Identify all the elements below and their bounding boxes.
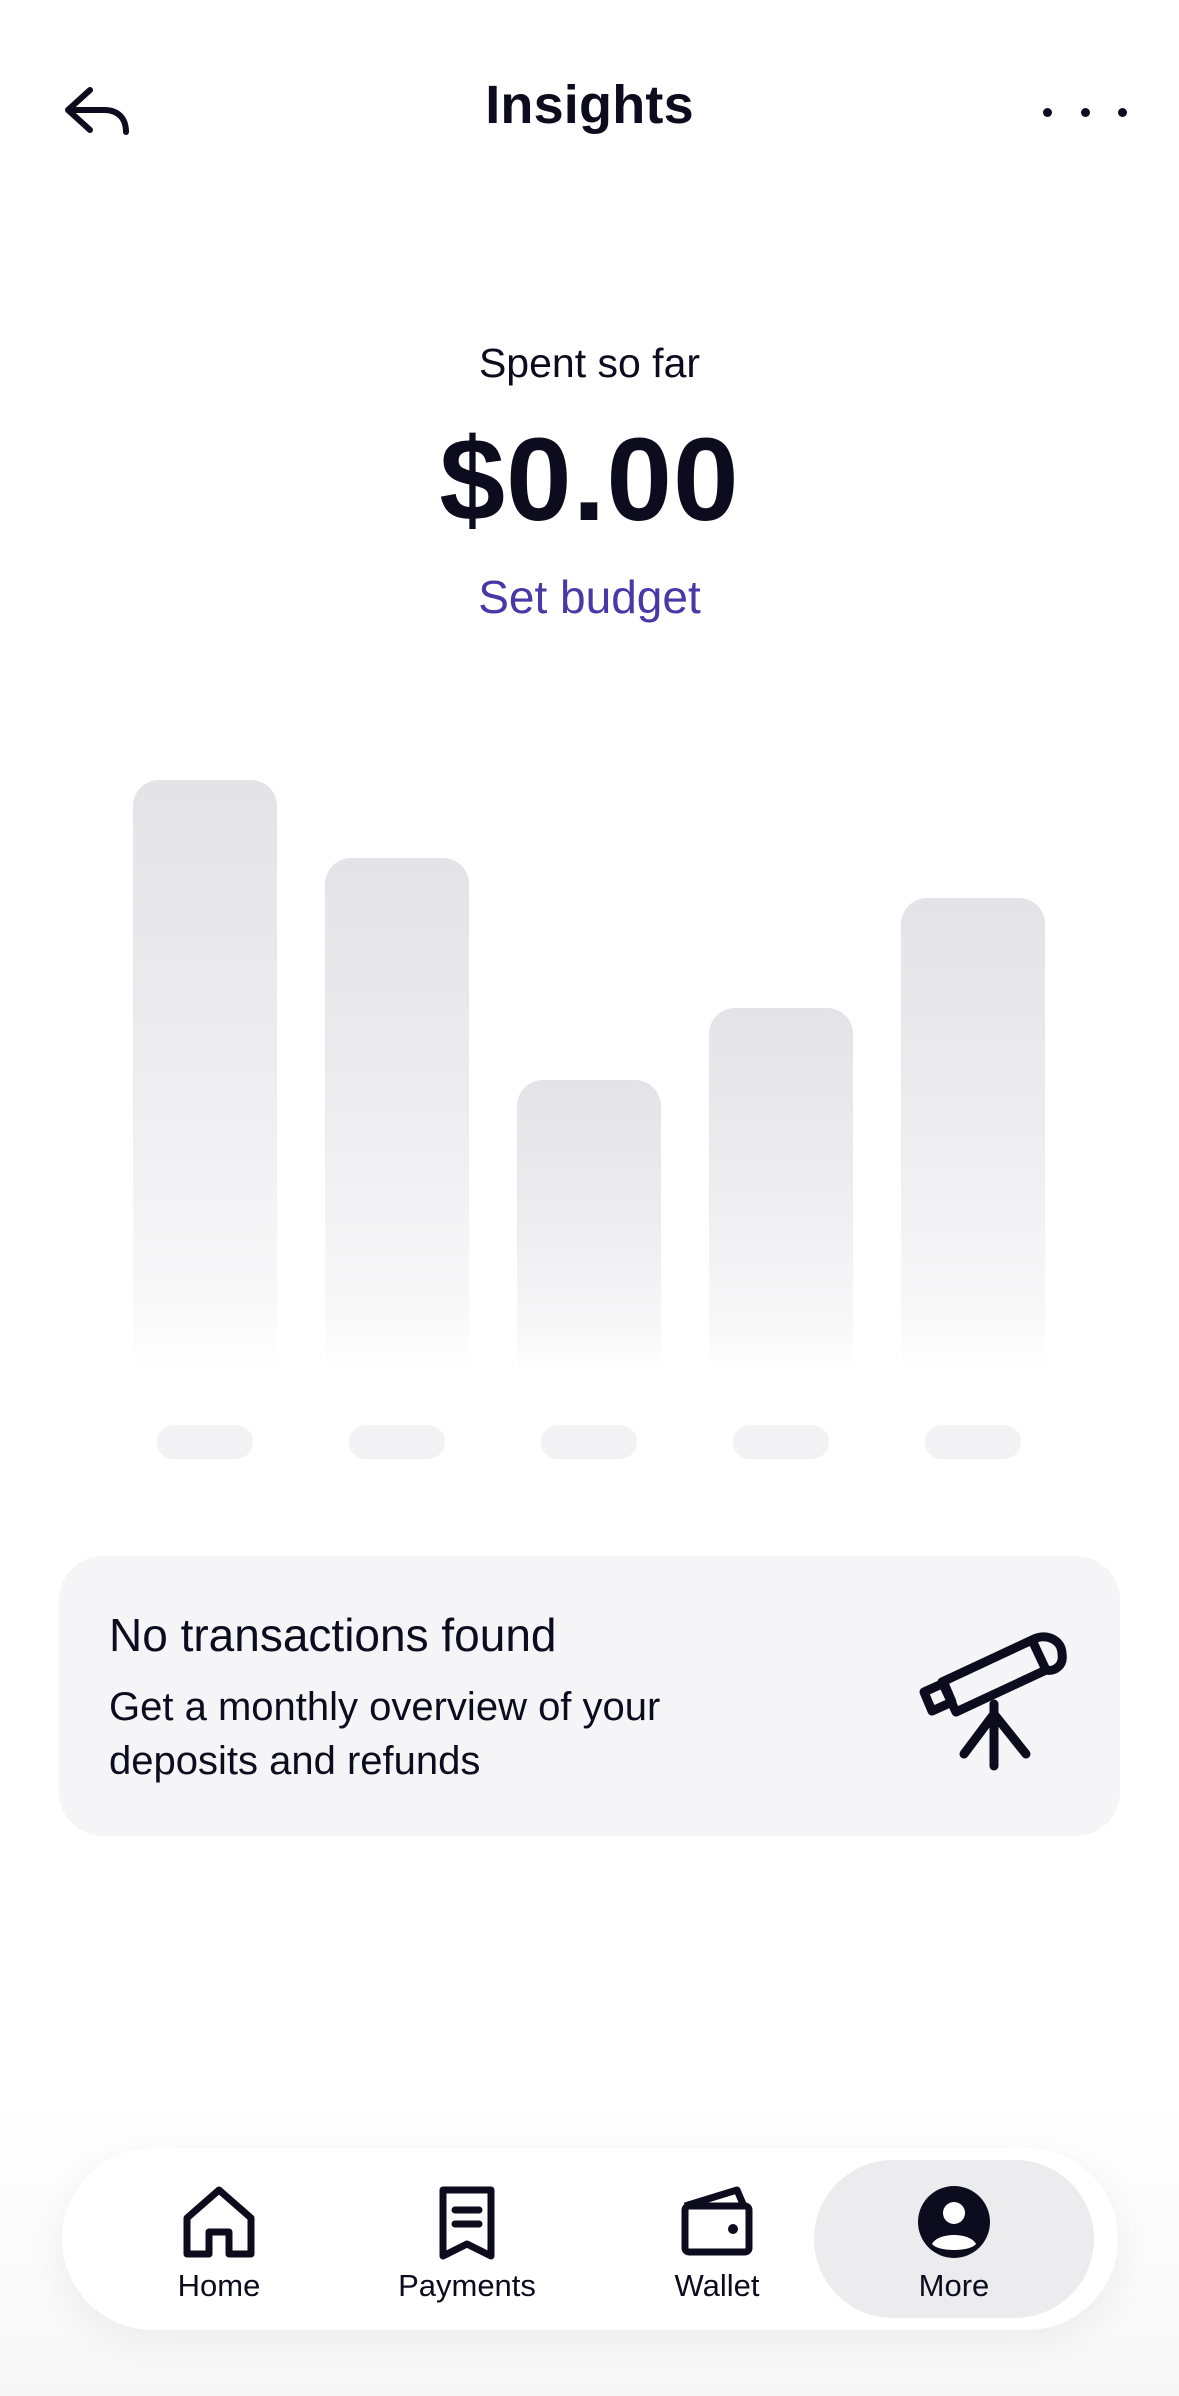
placeholder-bar-label: [541, 1425, 637, 1459]
placeholder-bar-label: [349, 1425, 445, 1459]
dot-icon: [1043, 107, 1052, 117]
set-budget-link[interactable]: Set budget: [0, 570, 1179, 624]
header: Insights: [0, 60, 1179, 156]
placeholder-bar-label: [157, 1425, 253, 1459]
empty-state-card: No transactions found Get a monthly over…: [59, 1556, 1120, 1836]
nav-label-payments: Payments: [398, 2268, 536, 2303]
profile-icon: [912, 2182, 996, 2262]
nav-item-payments[interactable]: Payments: [342, 2160, 592, 2318]
insights-screen: Insights Spent so far $0.00 Set budget N…: [0, 0, 1179, 2396]
dot-icon: [1118, 107, 1127, 117]
wallet-icon: [675, 2182, 759, 2262]
bottom-nav: Home Payments Wallet More: [62, 2148, 1118, 2330]
placeholder-bar-label: [925, 1425, 1021, 1459]
placeholder-bar: [133, 780, 277, 1370]
spending-chart-placeholder: [0, 780, 1179, 1480]
placeholder-bar-label: [733, 1425, 829, 1459]
nav-item-home[interactable]: Home: [94, 2160, 344, 2318]
empty-state-description: Get a monthly overview of your deposits …: [109, 1685, 661, 1783]
dot-icon: [1080, 107, 1090, 117]
empty-state-title: No transactions found: [109, 1609, 557, 1661]
spent-so-far-label: Spent so far: [478, 340, 701, 386]
spent-amount: $0.00: [439, 414, 740, 546]
placeholder-bar: [325, 858, 469, 1370]
nav-item-more[interactable]: More: [814, 2160, 1094, 2318]
nav-label-wallet: Wallet: [674, 2268, 760, 2303]
home-icon: [177, 2182, 261, 2262]
telescope-icon: [919, 1632, 1067, 1771]
placeholder-bar: [709, 1008, 853, 1370]
page-title: Insights: [485, 75, 694, 135]
more-options-button[interactable]: [1043, 92, 1127, 132]
placeholder-bar: [901, 898, 1045, 1370]
nav-label-home: Home: [177, 2268, 261, 2303]
nav-item-wallet[interactable]: Wallet: [592, 2160, 842, 2318]
receipt-icon: [425, 2182, 509, 2262]
nav-label-more: More: [918, 2268, 990, 2303]
placeholder-bar: [517, 1080, 661, 1370]
